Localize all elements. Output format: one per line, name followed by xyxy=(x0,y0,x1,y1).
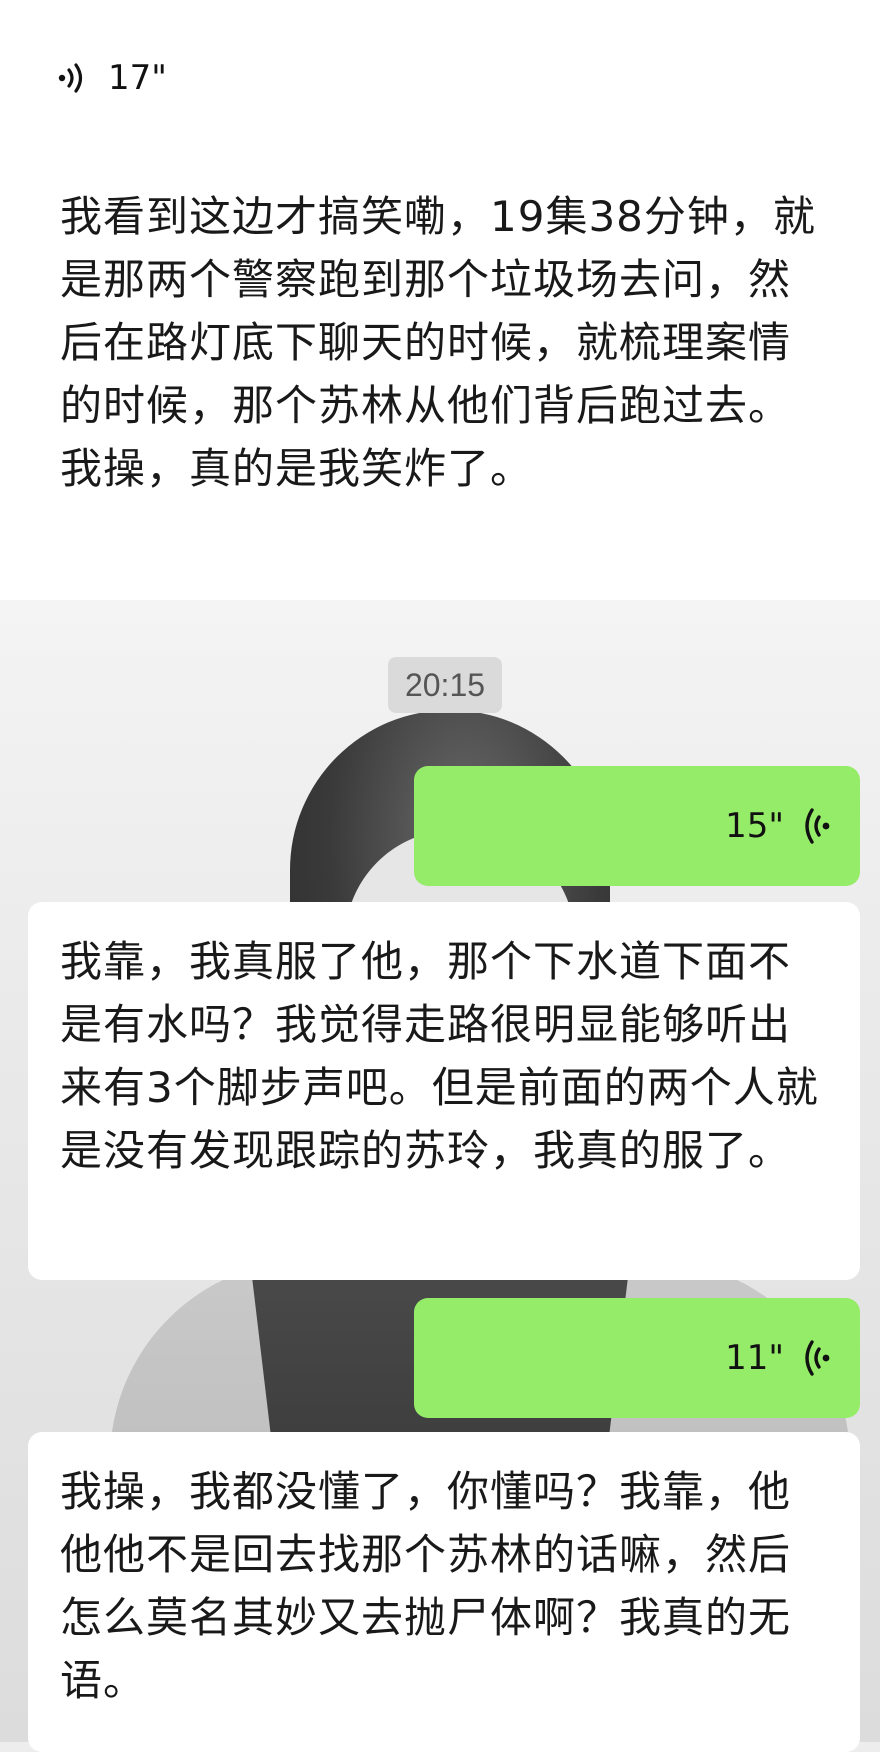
chat-timestamp: 20:15 xyxy=(388,657,502,713)
voice-duration: 17" xyxy=(108,58,167,98)
voice-duration: 11" xyxy=(725,1338,784,1378)
voice-transcript-card[interactable]: 我操，我都没懂了，你懂吗？我靠，他他他不是回去找那个苏林的话嘛，然后怎么莫名其妙… xyxy=(28,1432,860,1752)
outgoing-voice-message-bubble[interactable]: 15" xyxy=(414,766,860,886)
voice-wave-icon xyxy=(58,63,83,93)
voice-wave-icon xyxy=(805,808,830,844)
voice-transcript-text: 我操，我都没懂了，你懂吗？我靠，他他他不是回去找那个苏林的话嘛，然后怎么莫名其妙… xyxy=(60,1467,792,1705)
voice-duration: 15" xyxy=(725,806,784,846)
voice-transcript-card[interactable]: 我靠，我真服了他，那个下水道下面不是有水吗？我觉得走路很明显能够听出来有3个脚步… xyxy=(28,902,860,1280)
outgoing-voice-message-bubble[interactable]: 11" xyxy=(414,1298,860,1418)
incoming-voice-message-card[interactable]: 17" 我看到这边才搞笑嘞，19集38分钟，就是那两个警察跑到那个垃圾场去问，然… xyxy=(0,0,880,600)
voice-transcript-text: 我看到这边才搞笑嘞，19集38分钟，就是那两个警察跑到那个垃圾场去问，然后在路灯… xyxy=(60,192,816,493)
voice-transcript-text: 我靠，我真服了他，那个下水道下面不是有水吗？我觉得走路很明显能够听出来有3个脚步… xyxy=(60,937,819,1175)
voice-message-header[interactable]: 17" xyxy=(56,58,167,98)
voice-wave-icon xyxy=(805,1340,830,1376)
